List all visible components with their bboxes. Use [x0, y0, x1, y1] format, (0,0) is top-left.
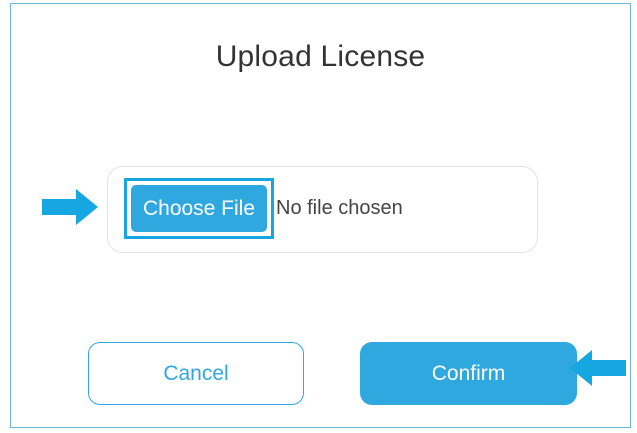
dialog-title: Upload License [215, 40, 426, 73]
choose-file-highlight: Choose File [124, 178, 274, 239]
cancel-button[interactable]: Cancel [88, 342, 304, 405]
file-status-text: No file chosen [276, 197, 403, 219]
arrow-right-icon [42, 189, 98, 225]
choose-file-button[interactable]: Choose File [131, 185, 267, 232]
upload-license-dialog: Upload License Choose File No file chose… [10, 3, 631, 428]
file-input-container: Choose File No file chosen [107, 166, 538, 253]
arrow-left-icon [570, 350, 626, 386]
confirm-button[interactable]: Confirm [360, 342, 577, 405]
